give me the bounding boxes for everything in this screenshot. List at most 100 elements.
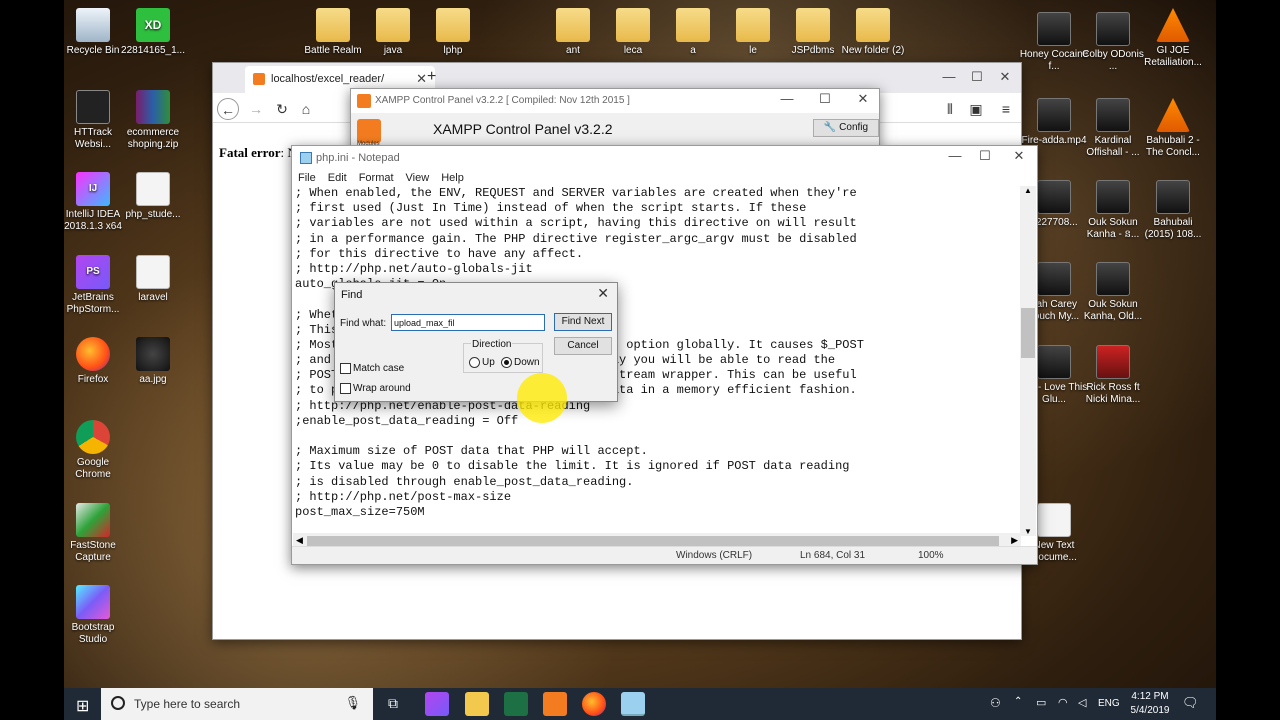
minimize-icon[interactable]: — xyxy=(943,146,967,166)
match-case-label: Match case xyxy=(353,363,405,374)
battery-icon[interactable]: ▭ xyxy=(1036,696,1046,709)
menu-view[interactable]: View xyxy=(400,170,436,186)
phpstorm-taskbar-icon[interactable] xyxy=(425,692,449,716)
chevron-up-icon[interactable]: ⌃ xyxy=(1014,696,1022,707)
notepad-title: php.ini - Notepad xyxy=(316,152,400,164)
volume-icon[interactable]: ◁ xyxy=(1078,696,1086,709)
menu-icon[interactable]: ≡ xyxy=(995,98,1017,120)
text-line: ; first used (Just In Time) instead of w… xyxy=(295,201,807,216)
menu-help[interactable]: Help xyxy=(435,170,470,186)
vlc-icon xyxy=(1156,8,1190,42)
xampp-taskbar-icon[interactable] xyxy=(543,692,567,716)
scroll-down-icon[interactable]: ▼ xyxy=(1024,527,1032,536)
direction-up-radio[interactable] xyxy=(469,357,480,368)
windows-start-icon[interactable]: ⊞ xyxy=(76,696,89,716)
winrar-icon xyxy=(136,90,170,124)
folder-icon xyxy=(796,8,830,42)
status-zoom: 100% xyxy=(918,550,944,561)
reload-icon[interactable]: ↻ xyxy=(271,98,293,120)
scroll-left-icon[interactable]: ◀ xyxy=(296,535,303,546)
desktop-video[interactable]: Rick Ross ft Nicki Mina... xyxy=(1078,345,1148,406)
desktop-icon-ecommerce-zip[interactable]: ecommerce shoping.zip xyxy=(118,90,188,151)
file-explorer-icon[interactable] xyxy=(465,692,489,716)
minimize-icon[interactable]: — xyxy=(937,67,961,87)
xd-app-icon: XD xyxy=(136,8,170,42)
file-icon xyxy=(136,255,170,289)
close-icon[interactable]: ✕ xyxy=(1007,146,1031,166)
clock-time[interactable]: 4:12 PM xyxy=(1130,691,1170,702)
scroll-right-icon[interactable]: ▶ xyxy=(1011,535,1018,546)
back-arrow-icon[interactable]: ← xyxy=(217,98,239,120)
menu-file[interactable]: File xyxy=(292,170,322,186)
direction-label: Direction xyxy=(471,339,513,350)
language-indicator[interactable]: ENG xyxy=(1098,698,1120,709)
desktop-icon-xd[interactable]: XD 22814165_1... xyxy=(118,8,188,57)
notification-icon[interactable]: 🗨 xyxy=(1182,695,1199,711)
xampp-titlebar: XAMPP Control Panel v3.2.2 [ Compiled: N… xyxy=(351,89,879,113)
text-line xyxy=(295,429,1022,444)
wrap-around-label: Wrap around xyxy=(353,383,411,394)
find-what-input[interactable] xyxy=(391,314,545,331)
config-button[interactable]: 🔧 Config xyxy=(813,119,879,137)
desktop-icon-aa-jpg[interactable]: aa.jpg xyxy=(118,337,188,386)
cancel-button[interactable]: Cancel xyxy=(554,337,612,355)
status-encoding: Windows (CRLF) xyxy=(676,550,753,561)
notepad-taskbar-icon[interactable] xyxy=(621,692,645,716)
sidebar-icon[interactable]: ▣ xyxy=(965,98,987,120)
find-dialog-title: Find xyxy=(341,289,363,301)
folder-icon xyxy=(436,8,470,42)
scroll-thumb[interactable] xyxy=(1021,308,1035,358)
desktop-folder[interactable]: New folder (2) xyxy=(838,8,908,57)
firefox-icon xyxy=(76,337,110,371)
desktop-icon-bootstrap-studio[interactable]: Bootstrap Studio xyxy=(64,585,128,646)
close-icon[interactable]: ✕ xyxy=(993,67,1017,87)
vertical-scrollbar[interactable]: ▲ ▼ xyxy=(1020,186,1036,536)
desktop-icon-chrome[interactable]: Google Chrome xyxy=(64,420,128,481)
video-file-icon xyxy=(1037,98,1071,132)
desktop-video[interactable]: Bahubali (2015) 108... xyxy=(1138,180,1208,241)
text-line: ; http://php.net/auto-globals-jit xyxy=(295,261,533,276)
video-file-icon xyxy=(1037,180,1071,214)
wrap-around-checkbox[interactable] xyxy=(340,383,351,394)
desktop-icon-laravel[interactable]: laravel xyxy=(118,255,188,304)
find-what-label: Find what: xyxy=(340,318,387,329)
desktop-vlc-file[interactable]: Bahubali 2 - The Concl... xyxy=(1138,98,1208,159)
home-icon[interactable]: ⌂ xyxy=(295,98,317,120)
xampp-window: XAMPP Control Panel v3.2.2 [ Compiled: N… xyxy=(350,88,880,148)
desktop-folder[interactable]: lphp xyxy=(418,8,488,57)
find-next-button[interactable]: Find Next xyxy=(554,313,612,331)
close-tab-icon[interactable]: ✕ xyxy=(416,71,427,87)
maximize-icon[interactable]: ☐ xyxy=(813,89,837,109)
desktop-icon-faststone[interactable]: FastStone Capture xyxy=(64,503,128,564)
video-file-icon xyxy=(1037,345,1071,379)
direction-down-radio[interactable] xyxy=(501,357,512,368)
excel-icon[interactable] xyxy=(504,692,528,716)
close-icon[interactable]: ✕ xyxy=(851,89,875,109)
forward-arrow-icon[interactable]: → xyxy=(245,98,267,120)
folder-icon xyxy=(616,8,650,42)
maximize-icon[interactable]: ☐ xyxy=(965,67,989,87)
wifi-icon[interactable]: ◠ xyxy=(1058,696,1068,709)
desktop-icon-php-stude[interactable]: php_stude... xyxy=(118,172,188,221)
task-view-icon[interactable]: ⧉ xyxy=(388,695,398,712)
new-tab-button[interactable]: + xyxy=(427,68,436,86)
scroll-up-icon[interactable]: ▲ xyxy=(1024,186,1032,195)
menu-edit[interactable]: Edit xyxy=(322,170,353,186)
video-file-icon xyxy=(1096,262,1130,296)
desktop-vlc-file[interactable]: GI JOE Retailiation... xyxy=(1138,8,1208,69)
minimize-icon[interactable]: — xyxy=(775,89,799,109)
status-position: Ln 684, Col 31 xyxy=(800,550,866,561)
clock-date[interactable]: 5/4/2019 xyxy=(1130,705,1170,716)
text-line: ; for this directive to have any affect. xyxy=(295,246,584,261)
menu-format[interactable]: Format xyxy=(353,170,400,186)
library-icon[interactable]: ⫴ xyxy=(939,98,961,120)
chrome-icon xyxy=(76,420,110,454)
people-icon[interactable]: ⚇ xyxy=(990,696,1001,710)
match-case-checkbox[interactable] xyxy=(340,363,351,374)
close-icon[interactable]: ✕ xyxy=(597,285,609,302)
maximize-icon[interactable]: ☐ xyxy=(973,146,997,166)
microphone-icon[interactable]: 🎙 xyxy=(344,695,361,711)
taskbar-search-box[interactable]: Type here to search 🎙 xyxy=(101,688,373,720)
desktop-video[interactable]: Ouk Sokun Kanha, Old... xyxy=(1078,262,1148,323)
firefox-taskbar-icon[interactable] xyxy=(582,692,606,716)
